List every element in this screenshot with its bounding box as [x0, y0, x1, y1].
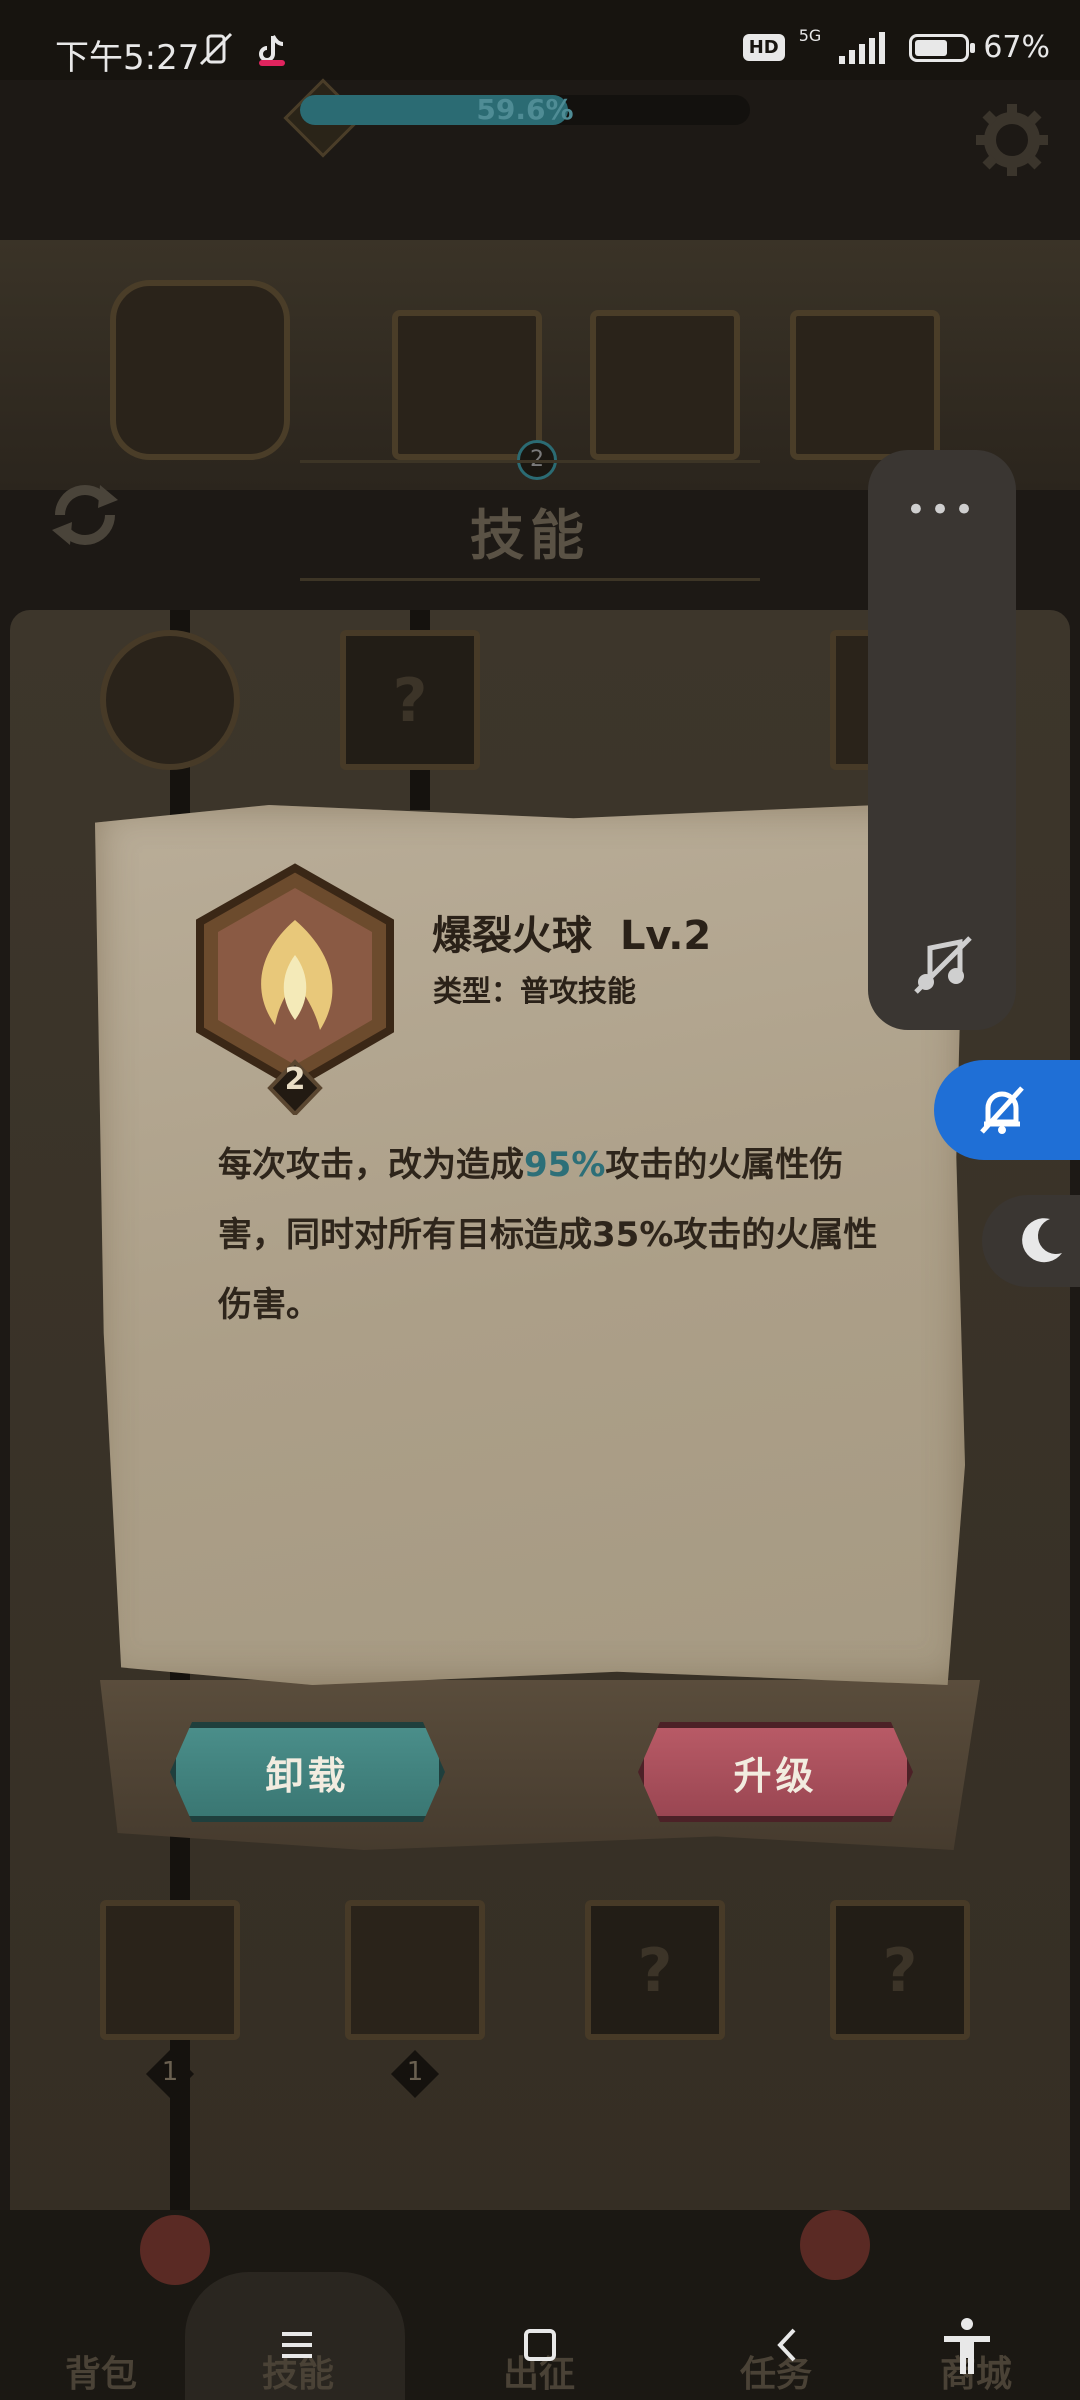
- tree-node[interactable]: [345, 1900, 485, 2040]
- upgrade-button-label: 升级: [733, 1753, 818, 1798]
- music-off-icon[interactable]: [908, 930, 978, 1000]
- question-mark-icon: ?: [637, 1936, 673, 2006]
- upgrade-button[interactable]: 升级: [638, 1722, 913, 1822]
- mute-vibrate-icon: [199, 32, 233, 66]
- question-mark-icon: ?: [392, 666, 428, 736]
- skill-slot-3[interactable]: [790, 310, 940, 460]
- tree-node-locked[interactable]: ?: [830, 1900, 970, 2040]
- skill-type: 类型：普攻技能: [433, 974, 637, 1008]
- status-right-icons: HD 5G 67%: [742, 26, 1050, 65]
- unload-button-label: 卸载: [265, 1753, 350, 1798]
- question-mark-icon: ?: [882, 1936, 918, 2006]
- status-bar: 下午5:27 HD 5G 67%: [0, 0, 1080, 80]
- main-skill-slot[interactable]: [110, 280, 290, 460]
- back-icon[interactable]: [752, 2310, 822, 2380]
- section-title: 技能: [470, 504, 590, 567]
- accessibility-icon[interactable]: [932, 2310, 1002, 2380]
- skill-name: 爆裂火球: [432, 913, 592, 959]
- battery-icon: [909, 33, 976, 62]
- xp-bar: 59.6%: [300, 95, 750, 125]
- more-options-icon[interactable]: •••: [868, 490, 1016, 530]
- tiktok-icon: [259, 35, 285, 66]
- gear-icon[interactable]: [972, 100, 1052, 180]
- status-time: 下午5:27: [55, 38, 200, 78]
- dark-mode-toggle[interactable]: [982, 1195, 1080, 1287]
- skill-title: 爆裂火球 Lv.2: [432, 903, 711, 961]
- skill-level-badge: 2: [284, 1062, 306, 1097]
- swap-icon[interactable]: [40, 470, 130, 560]
- tree-node-locked[interactable]: ?: [585, 1900, 725, 2040]
- skill-slot-2[interactable]: [590, 310, 740, 460]
- network-type: 5G: [798, 26, 822, 45]
- status-left-icons: [197, 30, 291, 68]
- node-count: 1: [406, 2057, 424, 2087]
- skill-level: Lv.2: [619, 913, 712, 959]
- skill-desc-part-a: 每次攻击，改为造成: [218, 1145, 524, 1185]
- notification-bubble: [800, 2210, 870, 2280]
- mute-toggle-button[interactable]: [934, 1060, 1080, 1160]
- signal-icon: [839, 31, 886, 64]
- unload-button[interactable]: 卸载: [170, 1722, 445, 1822]
- home-icon[interactable]: [505, 2310, 575, 2380]
- notification-bubble: [140, 2215, 210, 2285]
- floating-sidebar-panel[interactable]: •••: [868, 450, 1016, 1030]
- battery-level: [915, 39, 948, 56]
- moon-icon: [1022, 1218, 1062, 1263]
- tree-node-locked[interactable]: ?: [340, 630, 480, 770]
- skill-desc-highlight: 95%: [524, 1145, 606, 1185]
- menu-icon[interactable]: [262, 2310, 332, 2380]
- battery-percent: 67%: [983, 30, 1050, 65]
- skill-slot-1[interactable]: [392, 310, 542, 460]
- tree-node[interactable]: [100, 630, 240, 770]
- xp-percent: 59.6%: [476, 93, 574, 126]
- bell-off-icon: [980, 1086, 1024, 1134]
- tree-node[interactable]: [100, 1900, 240, 2040]
- node-count: 1: [161, 2057, 179, 2087]
- section-title-bar: 技能: [300, 460, 760, 581]
- skill-description: 每次攻击，改为造成95%攻击的火属性伤害，同时对所有目标造成35%攻击的火属性伤…: [218, 1130, 898, 1340]
- hd-badge: HD: [742, 34, 785, 61]
